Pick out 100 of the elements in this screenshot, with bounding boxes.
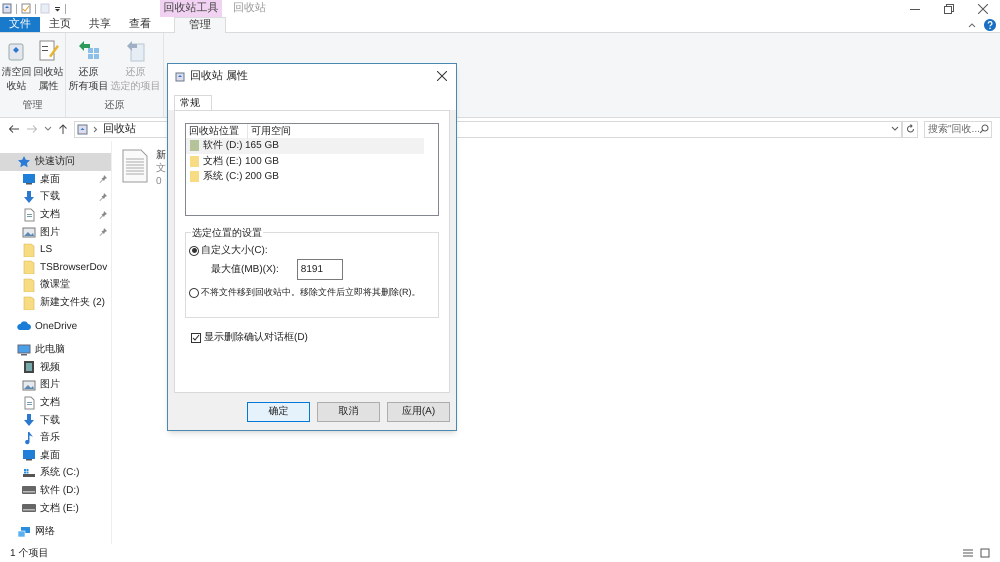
nav-item[interactable]: 视频 [0,358,111,376]
monitor-icon [22,448,36,462]
search-field[interactable]: 搜索"回收... [924,120,992,138]
folder-icon [22,296,36,310]
window-title: 回收站 [233,1,266,16]
down-arrow-icon [22,190,36,204]
nav-label: 音乐 [40,430,61,446]
nav-label: 桌面 [40,448,61,463]
nav-item[interactable]: 文档 (E:) [0,499,111,517]
large-icons-view-icon [980,548,990,558]
nav-label: 视频 [40,360,61,375]
nav-item[interactable]: 文档 [0,394,111,412]
checkbox[interactable] [191,332,201,342]
dialog-button[interactable]: 确定 [247,402,310,422]
nav-item[interactable]: 网络 [0,522,111,540]
details-view-icon [962,548,974,558]
document-icon [22,208,36,222]
max-size-field[interactable]: 8191 [296,259,343,280]
blank-page-icon [40,3,50,14]
dialog-button[interactable]: 应用(A) [387,402,450,422]
ribbon-tab[interactable]: 主页 [40,17,80,32]
ribbon-tab[interactable]: 查看 [120,17,160,32]
close-icon [437,71,447,81]
nav-label: 微课堂 [40,278,71,292]
column-header[interactable]: 可用空间 [248,124,438,138]
radio-option[interactable]: 自定义大小(C): [189,243,435,258]
location-name: 文档 (E:) [203,154,243,169]
location-name: 系统 (C:) [203,170,244,184]
search-icon [979,124,989,134]
path-text: 回收站 [103,122,136,137]
nav-label: 图片 [40,378,61,392]
nav-item[interactable]: TSBrowserDov [0,258,111,276]
file-type: 文 [156,162,166,175]
nav-label: OneDrive [35,320,78,334]
nav-label: LS [40,243,54,258]
nav-item[interactable]: LS [0,240,111,259]
ribbon-tab[interactable]: 共享 [80,17,120,32]
radio-button[interactable] [189,246,199,256]
up-icon [58,123,68,135]
field-label: 最大值(MB)(X): [211,262,279,277]
back-icon [8,124,20,134]
picture-icon [22,378,36,392]
nav-label: 网络 [35,525,56,540]
group-label: 还原 [104,99,124,113]
ribbon-button[interactable]: 清空回 收站 [2,38,32,98]
nav-item[interactable]: 下载 [0,188,111,206]
free-space: 100 GB [245,154,279,169]
folder-icon [22,260,36,274]
monitor-icon [22,172,36,186]
ribbon-tab[interactable]: 管理 [174,17,226,33]
refresh-button[interactable] [902,120,918,138]
breadcrumb-chevron-icon [93,126,98,132]
location-row[interactable]: 软件 (D:) 165 GB [186,138,424,154]
free-space: 200 GB [245,170,279,184]
nav-label: 此电脑 [35,342,66,358]
nav-label: TSBrowserDov [40,260,108,275]
nav-label: 下载 [40,414,61,428]
location-row[interactable]: 系统 (C:) 200 GB [186,169,424,184]
nav-item[interactable]: OneDrive [0,317,111,335]
dialog-tab[interactable]: 常规 [174,95,212,111]
free-space: 165 GB [245,139,279,154]
radio-option[interactable]: 不将文件移到回收站中。移除文件后立即将其删除(R)。 [189,286,420,300]
nav-item[interactable]: 微课堂 [0,276,111,294]
nav-item[interactable]: 此电脑 [0,340,111,359]
close-icon [978,4,988,14]
star-icon [17,154,31,169]
network-icon [17,524,31,539]
status-text: 1 个项目 [10,546,48,560]
nav-item[interactable]: 系统 (C:) [0,464,111,482]
context-tab-header: 回收站工具 [160,0,222,17]
nav-item[interactable]: 软件 (D:) [0,482,111,500]
dialog-button[interactable]: 取消 [317,402,380,422]
forward-icon [26,124,38,134]
nav-item[interactable]: 下载 [0,411,111,429]
location-row[interactable]: 文档 (E:) 100 GB [186,154,424,169]
nav-item[interactable]: 新建文件夹 (2) [0,294,111,312]
nav-item[interactable]: 音乐 [0,428,111,446]
nav-item[interactable]: 桌面 [0,446,111,464]
down-arrow-icon [22,413,36,428]
nav-item[interactable]: 快速访问 [0,153,111,171]
nav-label: 快速访问 [35,154,76,170]
ribbon-button[interactable]: 还原 所有项目 [68,38,108,98]
nav-label: 文档 (E:) [40,502,80,516]
file-name: 新 [156,149,166,162]
chevron-down-icon [44,126,52,132]
ribbon-button[interactable]: 回收站 属性 [34,38,64,98]
ribbon-tab[interactable]: 文件 [0,17,40,32]
nav-label: 图片 [40,226,61,240]
nav-label: 软件 (D:) [40,484,80,498]
checklist-icon [21,3,31,14]
nav-item[interactable]: 文档 [0,206,111,224]
monitor-icon [17,342,31,357]
nav-item[interactable]: 图片 [0,223,111,241]
text-file-icon [122,149,148,183]
nav-item[interactable]: 桌面 [0,170,111,188]
help-icon [984,18,996,30]
radio-button[interactable] [189,288,199,298]
checkbox-option[interactable]: 显示删除确认对话框(D) [191,330,439,345]
nav-item[interactable]: 图片 [0,376,111,394]
nav-label: 文档 [40,208,61,222]
